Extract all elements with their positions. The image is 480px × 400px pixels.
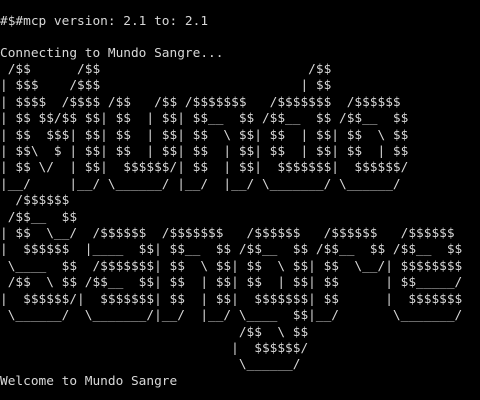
- connecting-line: Connecting to Mundo Sangre...: [0, 46, 224, 61]
- mcp-version-line: #$#mcp version: 2.1 to: 2.1: [0, 14, 209, 29]
- ascii-banner-mundo: /$$ /$$ /$$ | $$$ /$$$ | $$ | $$$$ /$$$$…: [0, 62, 409, 192]
- ascii-banner-sangre: /$$$$$$ /$$__ $$ | $$ \__/ /$$$$$$ /$$$$…: [0, 193, 463, 373]
- welcome-line: Welcome to Mundo Sangre: [0, 373, 178, 389]
- terminal-window[interactable]: #$#mcp version: 2.1 to: 2.1 Connecting t…: [0, 0, 480, 400]
